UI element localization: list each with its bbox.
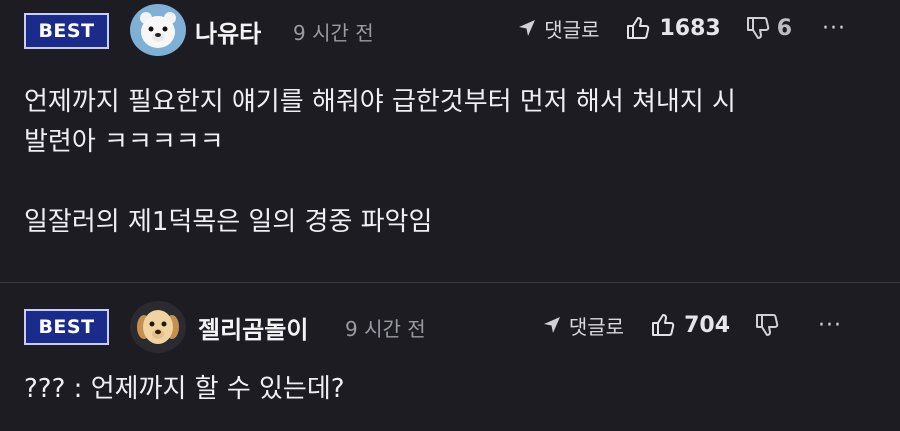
reply-arrow-icon	[519, 20, 536, 36]
comment-header: BEST 나유타 9 시간 전 댓글로 1683 6 ···	[24, 0, 876, 58]
comment-line: 일잘러의 제1덕목은 일의 경중 파악임	[24, 207, 433, 237]
comment-line: 언제까지 필요한지 얘기를 해줘야 급한것부터 먼저 해서 쳐내지 시	[24, 87, 736, 117]
avatar[interactable]	[130, 301, 186, 353]
thumbs-up-icon	[627, 17, 650, 39]
reply-label: 댓글로	[568, 314, 625, 339]
comment-line	[24, 162, 876, 202]
timestamp: 9 시간 전	[345, 317, 426, 341]
comment-body: ??? : 언제까지 할 수 있는데?	[24, 369, 876, 409]
like-button[interactable]: 704	[650, 312, 730, 338]
best-badge: BEST	[24, 309, 109, 345]
more-options-icon[interactable]: ···	[822, 16, 846, 41]
comment-header: BEST 젤리곰돌이 9 시간 전 댓글로 704 ···	[24, 283, 876, 353]
nickname[interactable]: 젤리곰돌이	[198, 310, 308, 345]
polar-bear-avatar-icon	[140, 12, 176, 48]
comment-body: 언제까지 필요한지 얘기를 해줘야 급한것부터 먼저 해서 쳐내지 시 발련아 …	[24, 82, 876, 242]
puppy-avatar-icon	[137, 310, 179, 344]
dislike-count: 6	[776, 15, 793, 41]
comment-2: BEST 젤리곰돌이 9 시간 전 댓글로 704 ··· ???: 언제까지…	[0, 283, 900, 431]
avatar[interactable]	[130, 4, 186, 56]
reply-button[interactable]: 댓글로	[516, 14, 599, 43]
best-badge: BEST	[24, 13, 109, 49]
comment-line: ??? : 언제까지 할 수 있는데?	[24, 374, 345, 404]
comment-1: BEST 나유타 9 시간 전 댓글로 1683 6 ··· 언제까지 필요한지…	[0, 0, 900, 283]
like-button[interactable]: 1683	[625, 15, 721, 41]
nickname[interactable]: 나유타	[195, 14, 261, 49]
comment-line: 발련아 ㅋㅋㅋㅋㅋ	[24, 127, 224, 157]
comment-actions: 댓글로 704 ···	[541, 307, 842, 343]
like-count: 704	[684, 312, 731, 338]
dislike-button[interactable]: 6	[745, 15, 792, 41]
dislike-button[interactable]	[754, 312, 780, 338]
more-options-icon[interactable]: ···	[818, 313, 842, 338]
thumbs-down-icon	[746, 17, 769, 39]
thumbs-down-icon	[756, 314, 779, 336]
like-count: 1683	[659, 15, 721, 41]
comment-actions: 댓글로 1683 6 ···	[516, 10, 846, 46]
reply-button[interactable]: 댓글로	[541, 311, 624, 340]
reply-label: 댓글로	[544, 17, 600, 42]
reply-arrow-icon	[543, 317, 560, 333]
thumbs-up-icon	[652, 314, 675, 336]
timestamp: 9 시간 전	[293, 21, 374, 45]
